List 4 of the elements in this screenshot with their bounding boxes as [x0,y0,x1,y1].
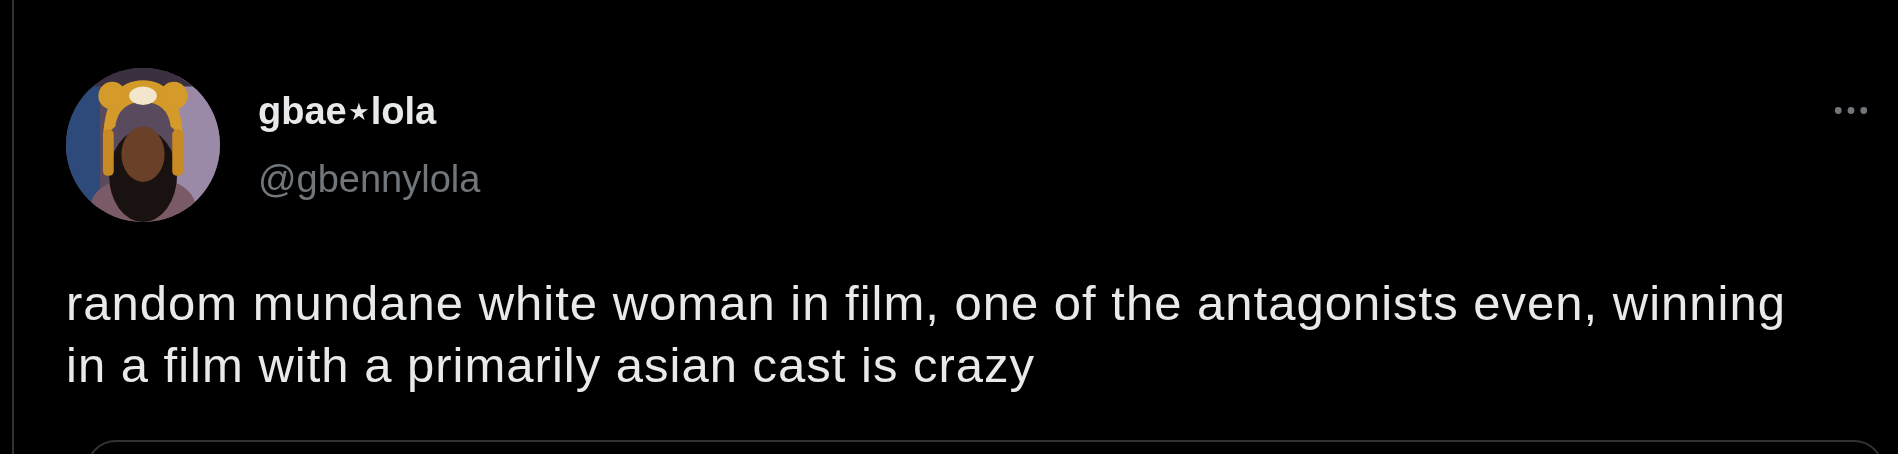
user-handle[interactable]: @gbennylola [258,156,481,202]
tweet-text: random mundane white woman in film, one of the antagonists even, winning in a film with a primarily asian cast is crazy [66,275,1786,394]
more-options-icon[interactable] [1834,106,1868,115]
display-name[interactable]: gbae⋆lola [258,88,481,134]
